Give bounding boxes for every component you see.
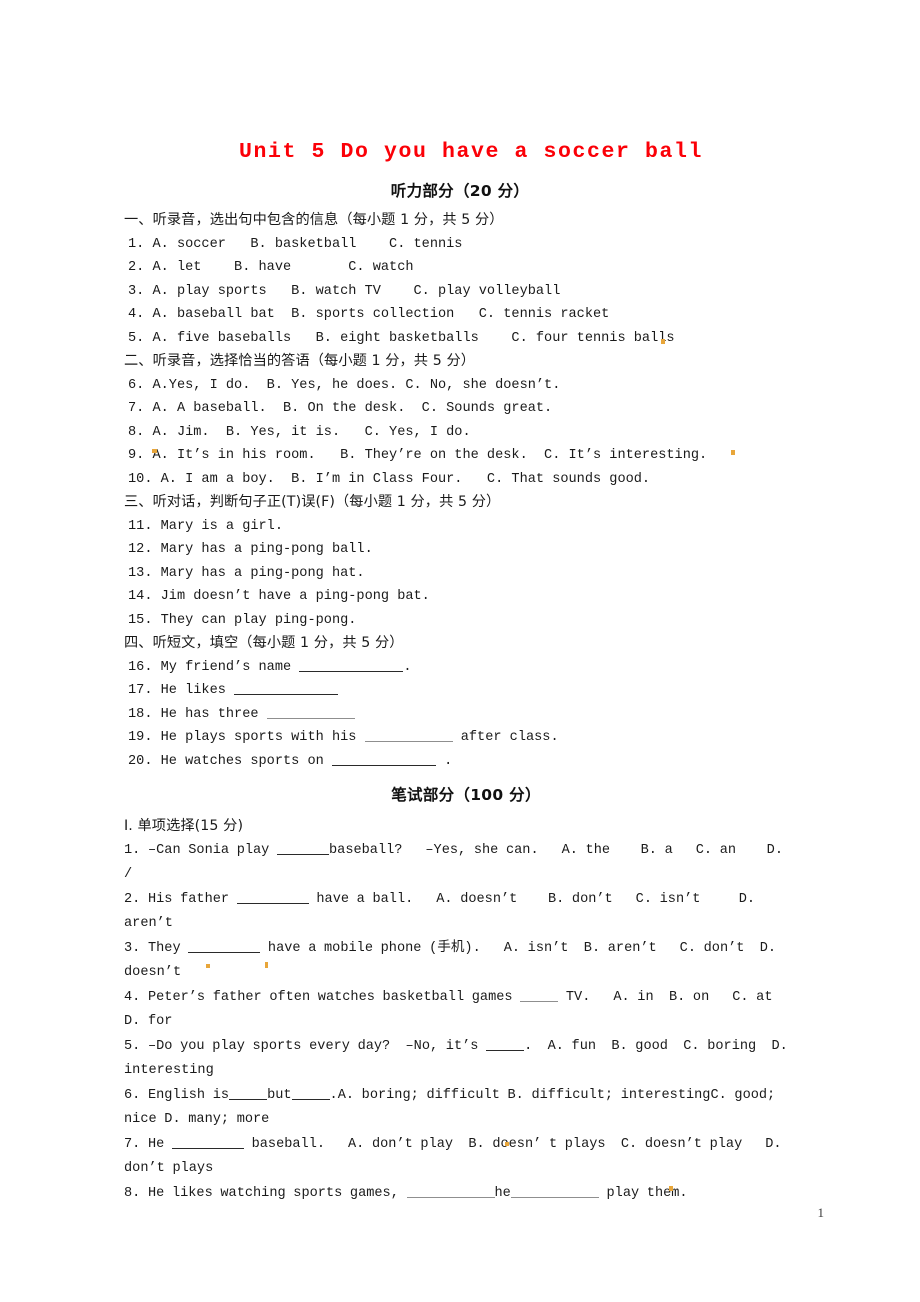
answer-blank[interactable] [520,988,559,1002]
answer-blank[interactable] [234,681,339,696]
question-text: 16. My friend’s name [128,659,300,675]
section-heading-1: 一、听录音，选出句中包含的信息（每小题 1 分，共 5 分） [124,212,504,229]
answer-blank[interactable] [299,658,404,672]
written-question: 5. –Do you play sports every day? –No, i… [124,1035,796,1084]
answer-blank[interactable] [277,841,329,855]
answer-blank[interactable] [229,1086,268,1100]
written-question-list: 1. –Can Sonia play baseball? –Yes, she c… [124,839,796,1207]
written-question: 6. English is but .A. boring; difficult B.… [124,1084,796,1133]
listening-question: 10. A. I am a boy. B. I’m in Class Four.… [128,471,651,487]
listening-question: 11. Mary is a girl. [128,518,283,534]
page-title: Unit 5 Do you have a soccer ball [238,140,704,164]
page-number: 1 [817,1205,825,1220]
section-heading-2: 二、听录音，选择恰当的答语（每小题 1 分，共 5 分） [124,353,476,370]
answer-blank[interactable] [236,890,309,904]
question-text: 5. –Do you play sports every day? –No, i… [124,1038,487,1054]
question-text: 1. –Can Sonia play [124,842,277,858]
fill-blank-list: 16. My friend’s name . 17. He likes 18. H… [124,656,796,774]
listening-question: 9. A. It’s in his room. B. They’re on th… [128,448,708,464]
written-question: 1. –Can Sonia play baseball? –Yes, she c… [124,839,796,888]
answer-blank[interactable] [406,1184,495,1198]
listening-fill-question: 18. He has three [124,703,796,727]
answer-blank[interactable] [364,728,453,743]
listening-question: 15. They can play ping-pong. [128,612,357,628]
listening-part-header: 听力部分（20 分） [390,181,530,200]
answer-blank[interactable] [188,939,261,953]
written-question: 3. They have a mobile phone (手机). A. isn… [124,937,796,986]
question-text: . [403,659,412,675]
answer-blank[interactable] [171,1135,244,1149]
section-heading-4: 四、听短文，填空（每小题 1 分，共 5 分） [124,635,404,652]
listening-question: 1. A. soccer B. basketball C. tennis [128,236,463,252]
question-text: . [435,753,453,769]
question-text: 19. He plays sports with his [128,730,365,746]
question-text: 7. He [124,1136,172,1152]
listening-question: 3. A. play sports B. watch TV C. play vo… [128,283,561,299]
listening-fill-question: 16. My friend’s name . [124,656,796,680]
question-text: he [494,1185,511,1201]
question-text: 8. He likes watching sports games, [124,1185,407,1201]
written-section-heading: I. 单项选择(15 分) [124,818,244,835]
answer-blank[interactable] [266,705,355,719]
listening-question: 5. A. five baseballs B. eight basketball… [128,330,675,346]
listening-question: 12. Mary has a ping-pong ball. [128,542,373,558]
question-text: but [267,1087,292,1103]
listening-question: 6. A.Yes, I do. B. Yes, he does. C. No, … [128,377,561,393]
question-text: 17. He likes [128,683,235,699]
written-question: 2. His father have a ball. A. doesn’t B.… [124,888,796,937]
listening-fill-question: 19. He plays sports with his after class… [124,726,796,750]
question-text: 3. They [124,940,189,956]
listening-question: 4. A. baseball bat B. sports collection … [128,307,610,323]
answer-blank[interactable] [510,1184,599,1198]
answer-blank[interactable] [331,752,436,766]
listening-question: 7. A. A baseball. B. On the desk. C. Sou… [128,401,553,417]
question-text: 6. English is [124,1087,230,1103]
question-text: 4. Peter’s father often watches basketba… [124,989,521,1005]
listening-question: 14. Jim doesn’t have a ping-pong bat. [128,589,430,605]
listening-fill-question: 20. He watches sports on . [124,750,796,774]
section-heading-3: 三、听对话，判断句子正(T)误(F)（每小题 1 分，共 5 分） [124,494,501,511]
question-text: 20. He watches sports on [128,753,332,769]
document-content: Unit 5 Do you have a soccer ball 听力部分（20… [124,140,796,1206]
listening-question: 8. A. Jim. B. Yes, it is. C. Yes, I do. [128,424,471,440]
answer-blank[interactable] [291,1086,330,1100]
answer-blank[interactable] [486,1037,525,1051]
question-text: 18. He has three [128,706,267,722]
written-part-header: 笔试部分（100 分） [391,786,541,805]
written-question: 8. He likes watching sports games, he pl… [124,1182,796,1207]
listening-question: 13. Mary has a ping-pong hat. [128,565,365,581]
question-text: play them. [598,1185,688,1201]
written-question: 4. Peter’s father often watches basketba… [124,986,796,1035]
written-question: 7. He baseball. A. don’t play B. doesn’ … [124,1133,796,1182]
question-text: after class. [452,730,559,746]
question-text: 2. His father [124,891,237,907]
document-page: Unit 5 Do you have a soccer ball 听力部分（20… [0,0,920,1302]
listening-question: 2. A. let B. have C. watch [128,260,414,276]
listening-fill-question: 17. He likes [124,679,796,703]
